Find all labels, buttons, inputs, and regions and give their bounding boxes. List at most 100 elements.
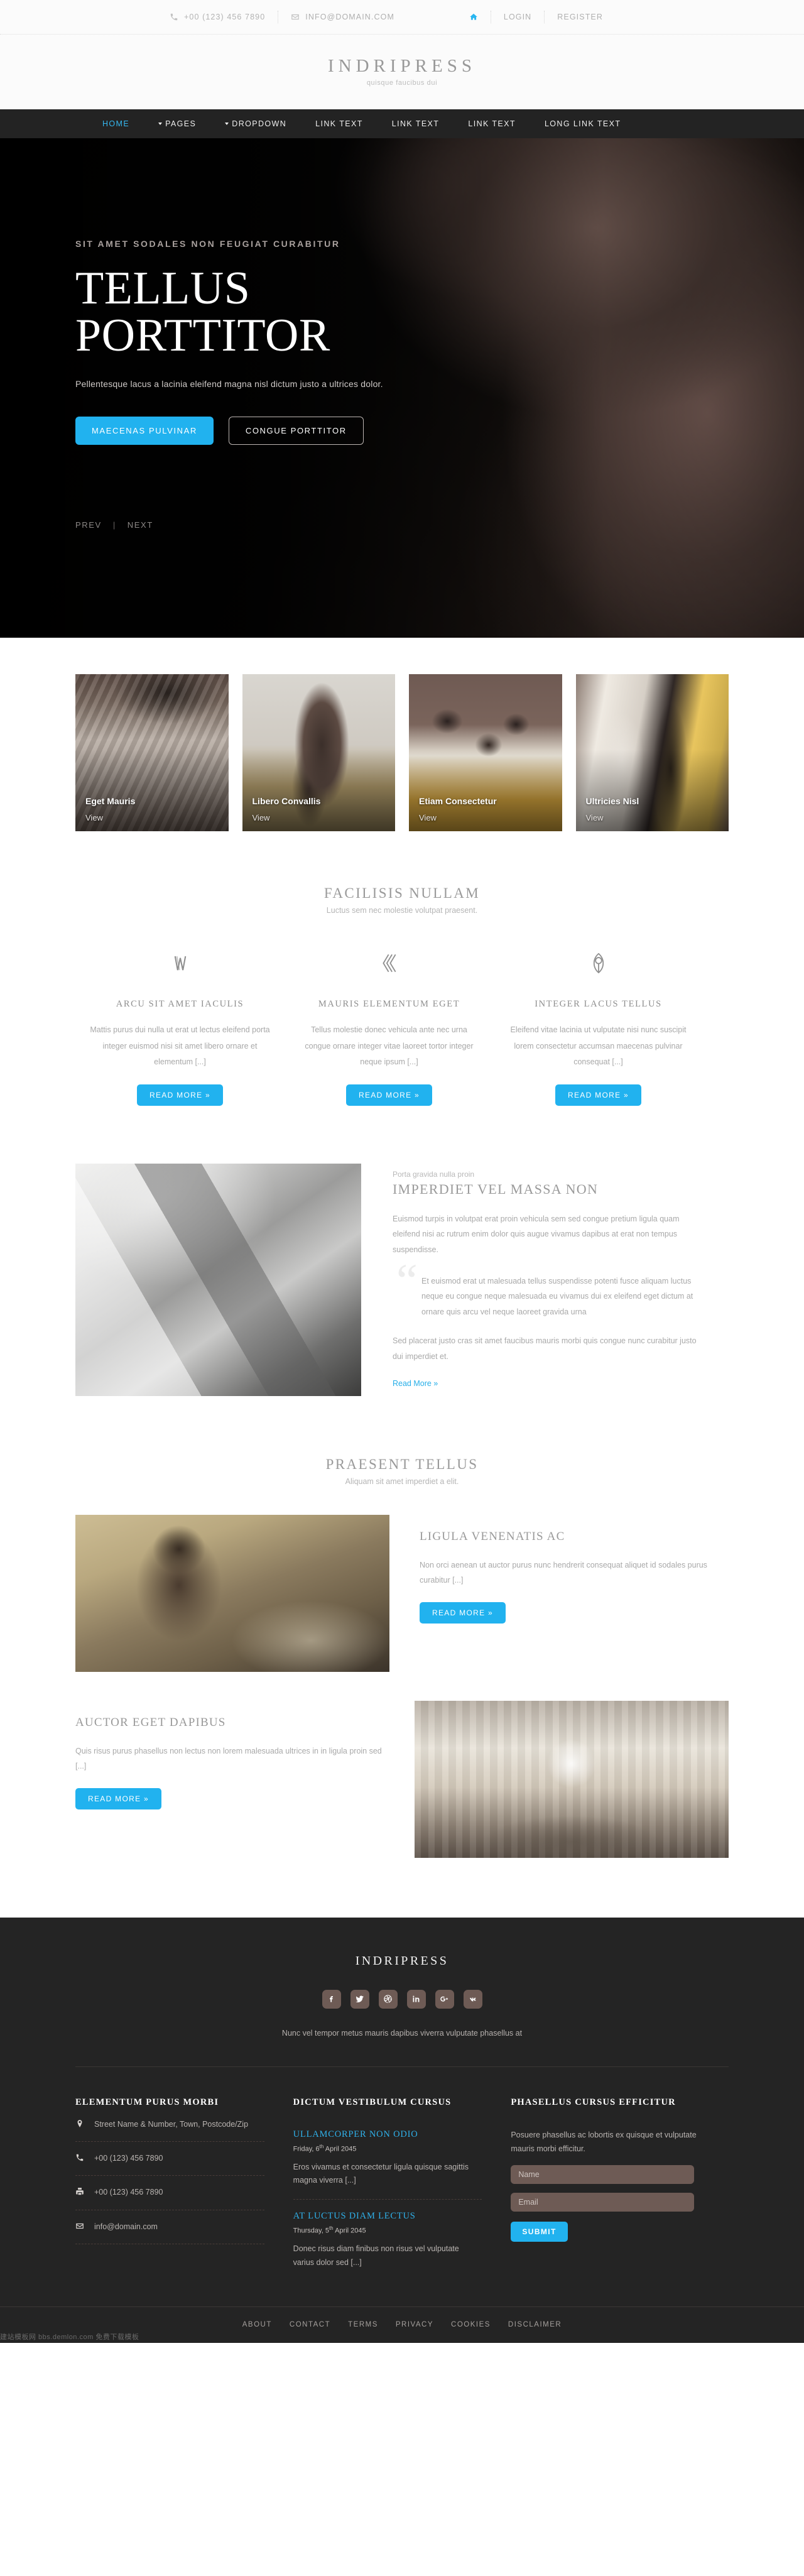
footer-post-excerpt: Eros vivamus et consectetur ligula quisq…	[293, 2162, 469, 2185]
praesent-text-1: LIGULA VENENATIS AC Non orci aenean ut a…	[420, 1515, 729, 1624]
footer-address-item: Street Name & Number, Town, Postcode/Zip	[75, 2108, 264, 2142]
bottom-link-privacy[interactable]: PRIVACY	[387, 2321, 442, 2328]
gallery-view-link[interactable]: View	[419, 813, 437, 822]
footer-post-title[interactable]: AT LUCTUS DIAM LECTUS	[293, 2211, 482, 2222]
chevron-down-icon	[158, 123, 163, 125]
media-paragraph-2: Sed placerat justo cras sit amet faucibu…	[393, 1336, 697, 1361]
hero-title: TELLUS PORTTITOR	[75, 265, 729, 360]
register-link[interactable]: REGISTER	[557, 13, 603, 21]
nav-item-label: PAGES	[165, 119, 197, 128]
footer-post-date-sup: th	[329, 2225, 334, 2232]
bottom-link-about[interactable]: ABOUT	[234, 2321, 281, 2328]
nav-item-label: DROPDOWN	[232, 119, 287, 128]
praesent-read-more-2[interactable]: READ MORE »	[75, 1787, 161, 1809]
footer-note: Nunc vel tempor metus mauris dapibus viv…	[281, 2028, 523, 2038]
nav-item-home[interactable]: HOME	[88, 119, 144, 128]
feature-text: Mattis purus dui nulla ut erat ut lectus…	[90, 1025, 270, 1067]
dribbble-icon[interactable]	[378, 1989, 398, 2009]
footer-fax-item: +00 (123) 456 7890	[75, 2176, 264, 2210]
gallery-view-link[interactable]: View	[586, 813, 604, 822]
site-logo-tagline: quisque faucibus dui	[366, 79, 438, 87]
top-bar-phone: +00 (123) 456 7890	[157, 13, 278, 21]
newsletter-submit-button[interactable]: SUBMIT	[511, 2221, 568, 2242]
home-icon[interactable]	[469, 13, 478, 21]
hero-primary-button[interactable]: MAECENAS PULVINAR	[75, 416, 214, 445]
register-item[interactable]: REGISTER	[545, 13, 616, 21]
hero-prev-button[interactable]: PREV	[75, 520, 102, 530]
home-button[interactable]	[457, 13, 491, 21]
gallery-view-link[interactable]: View	[85, 813, 103, 822]
site-logo-title[interactable]: INDRIPRESS	[0, 56, 804, 77]
login-item[interactable]: LOGIN	[491, 13, 544, 21]
newsletter-name-input[interactable]	[511, 2164, 695, 2184]
site-footer: INDRIPRESS Nunc vel tempor metus mauris …	[0, 1917, 804, 2343]
hero-title-line-1: TELLUS	[75, 263, 251, 314]
fax-icon	[75, 2187, 84, 2196]
main-navigation: HOME PAGES DROPDOWN LINK TEXT LINK TEXT LINK …	[0, 109, 804, 138]
praesent-item-text-1: Non orci aenean ut auctor purus nunc hen…	[420, 1560, 707, 1585]
praesent-item-title-2: AUCTOR EGET DAPIBUS	[75, 1715, 226, 1729]
media-read-more-link[interactable]: Read More »	[393, 1379, 438, 1388]
bottom-link-terms[interactable]: TERMS	[339, 2321, 387, 2328]
hero-secondary-button[interactable]: CONGUE PORTTITOR	[228, 416, 364, 445]
footer-columns: ELEMENTUM PURUS MORBI Street Name & Numb…	[75, 2067, 729, 2306]
feature-card: ARCU SIT AMET IACULIS Mattis purus dui nu…	[75, 944, 285, 1106]
nav-item-link-text[interactable]: LINK TEXT	[301, 119, 378, 128]
praesent-image-1	[75, 1514, 389, 1672]
bottom-link-disclaimer[interactable]: DISCLAIMER	[499, 2321, 570, 2328]
footer-bottom-links: ABOUT CONTACT TERMS PRIVACY COOKIES DISCLAIME…	[234, 2321, 570, 2328]
feature-read-more-button[interactable]: READ MORE »	[555, 1084, 641, 1106]
google-plus-icon[interactable]	[435, 1989, 454, 2009]
features-row: ARCU SIT AMET IACULIS Mattis purus dui nu…	[75, 944, 729, 1106]
nav-item-label: HOME	[102, 119, 130, 128]
praesent-read-more-1[interactable]: READ MORE »	[420, 1602, 506, 1624]
top-bar-email-link[interactable]: INFO@DOMAIN.COM	[305, 13, 394, 21]
top-bar-email: INFO@DOMAIN.COM	[278, 13, 407, 21]
footer-phone-text: +00 (123) 456 7890	[94, 2154, 163, 2163]
gallery-view-link[interactable]: View	[253, 813, 270, 822]
footer-address-text: Street Name & Number, Town, Postcode/Zip	[94, 2119, 249, 2129]
bottom-link-cookies[interactable]: COOKIES	[442, 2321, 499, 2328]
phone-icon	[75, 2153, 84, 2162]
praesent-section: PRAESENT TELLUS Aliquam sit amet imperdi…	[75, 1396, 729, 1858]
gallery-card[interactable]: Libero Convallis View	[242, 674, 395, 831]
gallery-card[interactable]: Etiam Consectetur View	[409, 674, 562, 831]
footer-post-title[interactable]: ULLAMCORPER NON ODIO	[293, 2129, 482, 2140]
linkedin-icon[interactable]	[406, 1989, 426, 2009]
feature-read-more-button[interactable]: READ MORE »	[137, 1084, 223, 1106]
top-bar-phone-text: +00 (123) 456 7890	[184, 13, 266, 21]
footer-post-date-day: Thursday, 5	[293, 2227, 329, 2235]
gallery-card[interactable]: Ultricies Nisl View	[575, 674, 729, 831]
gallery-card[interactable]: Eget Mauris View	[75, 674, 229, 831]
login-link[interactable]: LOGIN	[504, 13, 531, 21]
media-kicker: Porta gravida nulla proin	[393, 1169, 475, 1179]
features-section: FACILISIS NULLAM Luctus sem nec molestie…	[75, 831, 729, 1106]
nav-list: HOME PAGES DROPDOWN LINK TEXT LINK TEXT LINK …	[88, 119, 635, 128]
gallery-section: Eget Mauris View Libero Convallis View Etiam…	[75, 638, 729, 831]
feature-card: INTEGER LACUS TELLUS Eleifend vitae lacin…	[494, 944, 703, 1106]
footer-contact-title: ELEMENTUM PURUS MORBI	[75, 2097, 219, 2107]
nav-item-link-text[interactable]: LINK TEXT	[378, 119, 454, 128]
feature-read-more-button[interactable]: READ MORE »	[346, 1084, 432, 1106]
praesent-image-2	[415, 1700, 729, 1858]
footer-column-contact: ELEMENTUM PURUS MORBI Street Name & Numb…	[75, 2097, 293, 2281]
footer-column-posts: DICTUM VESTIBULUM CURSUS ULLAMCORPER NON…	[293, 2097, 511, 2281]
nav-item-pages[interactable]: PAGES	[144, 119, 210, 128]
chevron-down-icon	[225, 123, 229, 125]
twitter-icon[interactable]	[350, 1989, 369, 2009]
newsletter-email-input[interactable]	[511, 2192, 695, 2212]
hero-next-button[interactable]: NEXT	[128, 520, 153, 530]
media-image	[75, 1163, 361, 1396]
hero-description: Pellentesque lacus a lacinia eleifend ma…	[75, 378, 383, 389]
nav-item-dropdown[interactable]: DROPDOWN	[210, 119, 301, 128]
footer-column-newsletter: PHASELLUS CURSUS EFFICITUR Posuere phase…	[511, 2097, 729, 2281]
footer-post-excerpt: Donec risus diam finibus non risus vel v…	[293, 2244, 459, 2267]
footer-email-text[interactable]: info@domain.com	[94, 2220, 158, 2234]
footer-posts-list: ULLAMCORPER NON ODIO Friday, 6th April 20…	[293, 2108, 482, 2281]
nav-item-link-text[interactable]: LINK TEXT	[454, 119, 530, 128]
facebook-icon[interactable]	[322, 1989, 341, 2009]
nav-item-long-link-text[interactable]: LONG LINK TEXT	[530, 119, 635, 128]
bottom-link-contact[interactable]: CONTACT	[281, 2321, 339, 2328]
praesent-heading: PRAESENT TELLUS Aliquam sit amet imperdi…	[75, 1456, 729, 1486]
vk-icon[interactable]	[463, 1989, 482, 2009]
